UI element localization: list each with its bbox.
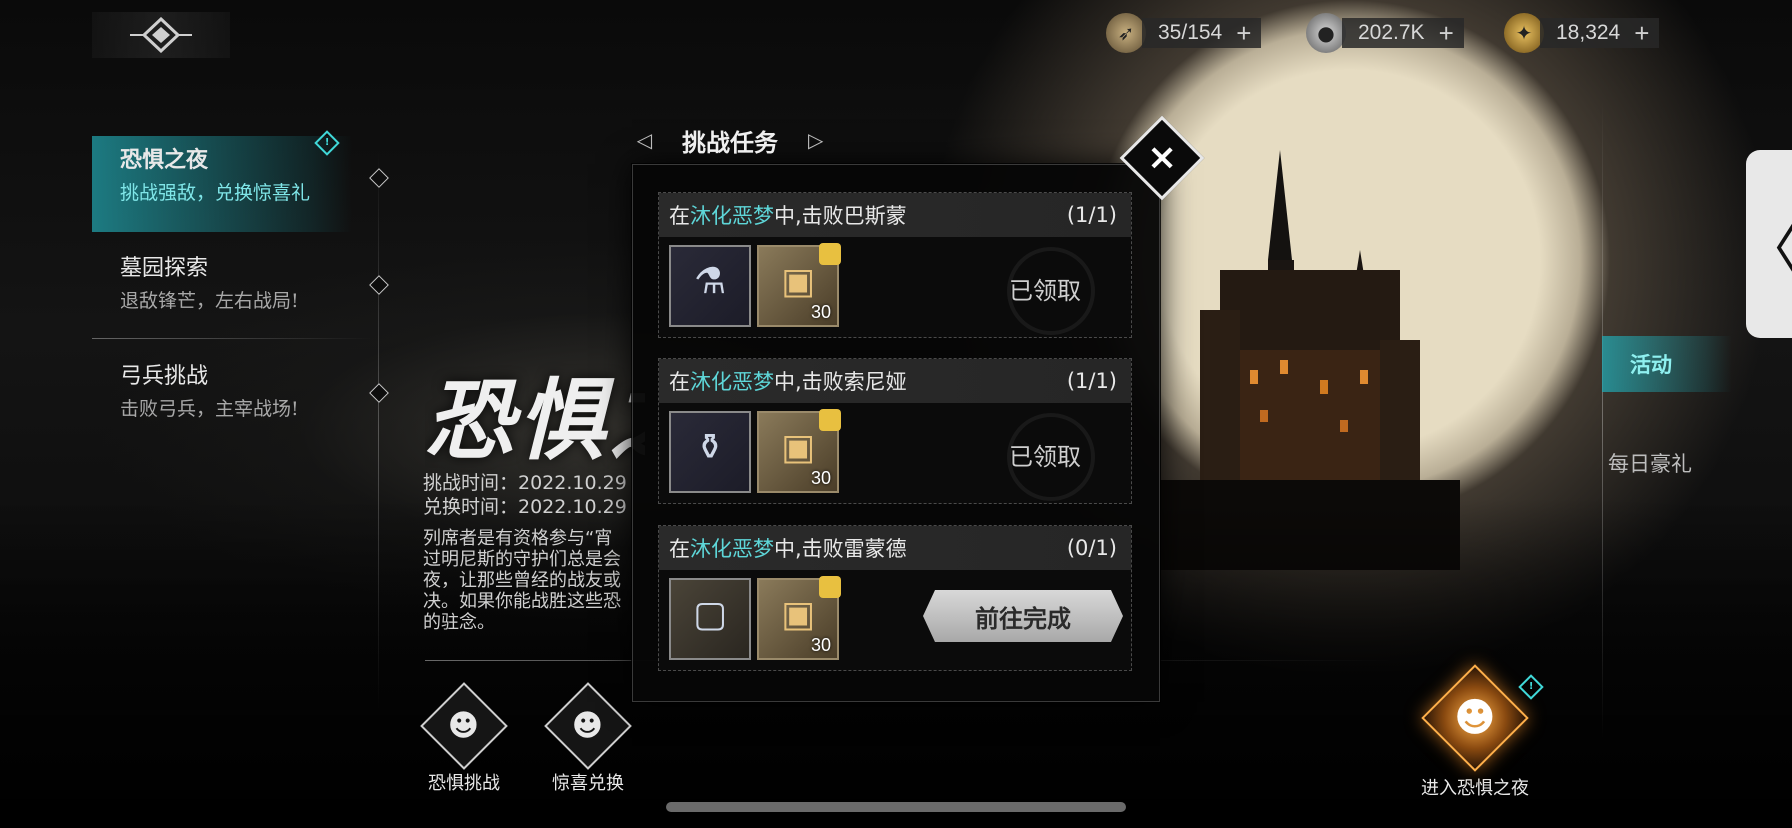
potion-flask-icon: ⚗ [693, 261, 727, 302]
resource-value: 18,324 [1556, 21, 1621, 44]
task-row: 在沐化恶梦中,击败雷蒙德 (0/1) ▢ ▣ 30 前往完成 [658, 525, 1132, 671]
surprise-exchange-button[interactable]: ☻ 惊喜兑换 [538, 682, 638, 795]
description-line: 的驻念。 [423, 612, 495, 633]
game-logo-icon [130, 17, 192, 53]
reward-item[interactable]: ▢ [669, 578, 751, 660]
task-row: 在沐化恶梦中,击败巴斯蒙 (1/1) ⚗ ▣ 30 已领取 [658, 192, 1132, 338]
nav-title: 墓园探索 [120, 256, 209, 281]
add-gold-button[interactable]: + [1634, 20, 1649, 46]
gold-token-icon: ✦ [1504, 13, 1544, 53]
add-silver-button[interactable]: + [1439, 20, 1454, 46]
task-progress: (0/1) [1066, 536, 1117, 560]
resource-silver: ● 202.7K + [1306, 13, 1464, 53]
nav-subtitle: 退敌锋芒，左右战局! [120, 290, 299, 312]
reward-chest[interactable]: ▣ 30 [757, 576, 841, 660]
silver-coin-icon: ● [1306, 13, 1346, 53]
treasure-chest-icon: ▣ [780, 427, 815, 468]
description-line: 夜，让那些曾经的战友或 [423, 570, 621, 591]
reward-chest[interactable]: ▣ 30 [757, 409, 841, 493]
challenge-time: 挑战时间：2022.10.29 [423, 472, 627, 494]
reward-item[interactable]: ⚱ [669, 411, 751, 493]
treasure-chest-icon: ▣ [780, 261, 815, 302]
home-indicator[interactable] [666, 802, 1126, 812]
pumpkin-scroll-icon: ☻ [448, 708, 480, 744]
nav-subtitle: 击败弓兵，主宰战场! [120, 398, 299, 420]
reward-quantity: 30 [810, 468, 831, 488]
fear-challenge-label: 恐惧挑战 [428, 773, 500, 794]
event-description: 列席者是有资格参与“宵 过明尼斯的守护们总是会 夜，让那些曾经的战友或 决。如果… [423, 528, 633, 648]
modal-title: 挑战任务 [682, 127, 778, 157]
description-line: 列席者是有资格参与“宵 [423, 528, 613, 549]
resource-value: 35/154 [1158, 21, 1223, 44]
task-description: 在沐化恶梦中,击败巴斯蒙 [669, 204, 907, 228]
nav-title: 弓兵挑战 [120, 364, 209, 389]
nav-divider [92, 338, 372, 339]
resource-gold: ✦ 18,324 + [1504, 13, 1660, 53]
resource-value: 202.7K [1358, 21, 1425, 44]
task-description: 在沐化恶梦中,击败雷蒙德 [669, 537, 907, 561]
reward-quantity: 30 [810, 302, 831, 322]
claimed-status: 已领取 [1009, 443, 1081, 471]
add-arrows-button[interactable]: + [1236, 20, 1251, 46]
close-icon: × [1146, 136, 1178, 178]
description-line: 决。如果你能战胜这些恐 [423, 591, 621, 612]
exchange-time: 兑换时间：2022.10.29 [423, 496, 627, 518]
resource-arrows: ➶ 35/154 + [1106, 13, 1262, 53]
enter-fear-night-label: 进入恐惧之夜 [1421, 778, 1529, 799]
reward-chest[interactable]: ▣ 30 [757, 243, 841, 327]
puzzle-piece-icon [819, 243, 841, 265]
hand-cannon-icon: ⚱ [694, 427, 726, 468]
surprise-exchange-label: 惊喜兑换 [552, 773, 624, 794]
description-line: 过明尼斯的守护们总是会 [423, 549, 621, 570]
claimed-status: 已领取 [1009, 277, 1081, 305]
side-panel-toggle[interactable]: 〈 [1745, 150, 1792, 338]
task-header: 在沐化恶梦中,击败雷蒙德 (0/1) [659, 526, 1131, 570]
prev-arrow-icon[interactable]: ◁ [637, 128, 652, 152]
nav-item-graveyard[interactable]: 墓园探索 退敌锋芒，左右战局! [92, 250, 352, 313]
reward-item[interactable]: ⚗ [669, 245, 751, 327]
tab-daily-gift[interactable]: 每日豪礼 [1608, 448, 1692, 478]
pumpkin-gift-icon: ☻ [572, 708, 604, 744]
nav-item-archer[interactable]: 弓兵挑战 击败弓兵，主宰战场! [92, 358, 352, 421]
nav-subtitle: 挑战强敌，兑换惊喜礼 [120, 182, 311, 204]
task-row: 在沐化恶梦中,击败索尼娅 (1/1) ⚱ ▣ 30 已领取 [658, 358, 1132, 504]
task-progress: (1/1) [1066, 369, 1117, 393]
nav-item-fear-night[interactable]: 恐惧之夜 挑战强敌，兑换惊喜礼 [92, 136, 352, 232]
pumpkin-swords-icon: ☻ [1454, 694, 1496, 741]
right-rail [1602, 100, 1603, 740]
task-progress: (1/1) [1066, 203, 1117, 227]
event-title: 恐惧之 [425, 368, 645, 472]
reward-quantity: 30 [810, 635, 831, 655]
back-logo-button[interactable] [92, 12, 230, 58]
nav-title: 恐惧之夜 [120, 147, 209, 173]
puzzle-piece-icon [819, 409, 841, 431]
puzzle-piece-icon [819, 576, 841, 598]
next-arrow-icon[interactable]: ▷ [808, 128, 823, 152]
enter-fear-night-button[interactable]: ☻ 进入恐惧之夜 ! [1400, 664, 1550, 800]
task-description: 在沐化恶梦中,击败索尼娅 [669, 370, 907, 394]
task-header: 在沐化恶梦中,击败巴斯蒙 (1/1) [659, 193, 1131, 237]
go-complete-button[interactable]: 前往完成 [923, 590, 1123, 642]
task-header: 在沐化恶梦中,击败索尼娅 (1/1) [659, 359, 1131, 403]
frame-icon: ▢ [692, 594, 727, 635]
modal-header: ◁ 挑战任务 ▷ [630, 120, 830, 160]
treasure-chest-icon: ▣ [780, 594, 815, 635]
fear-challenge-button[interactable]: ☻ 恐惧挑战 [414, 682, 514, 795]
tab-activity[interactable]: 活动 [1602, 336, 1732, 392]
arrow-bundle-icon: ➶ [1106, 13, 1146, 53]
nav-rail [378, 150, 379, 710]
